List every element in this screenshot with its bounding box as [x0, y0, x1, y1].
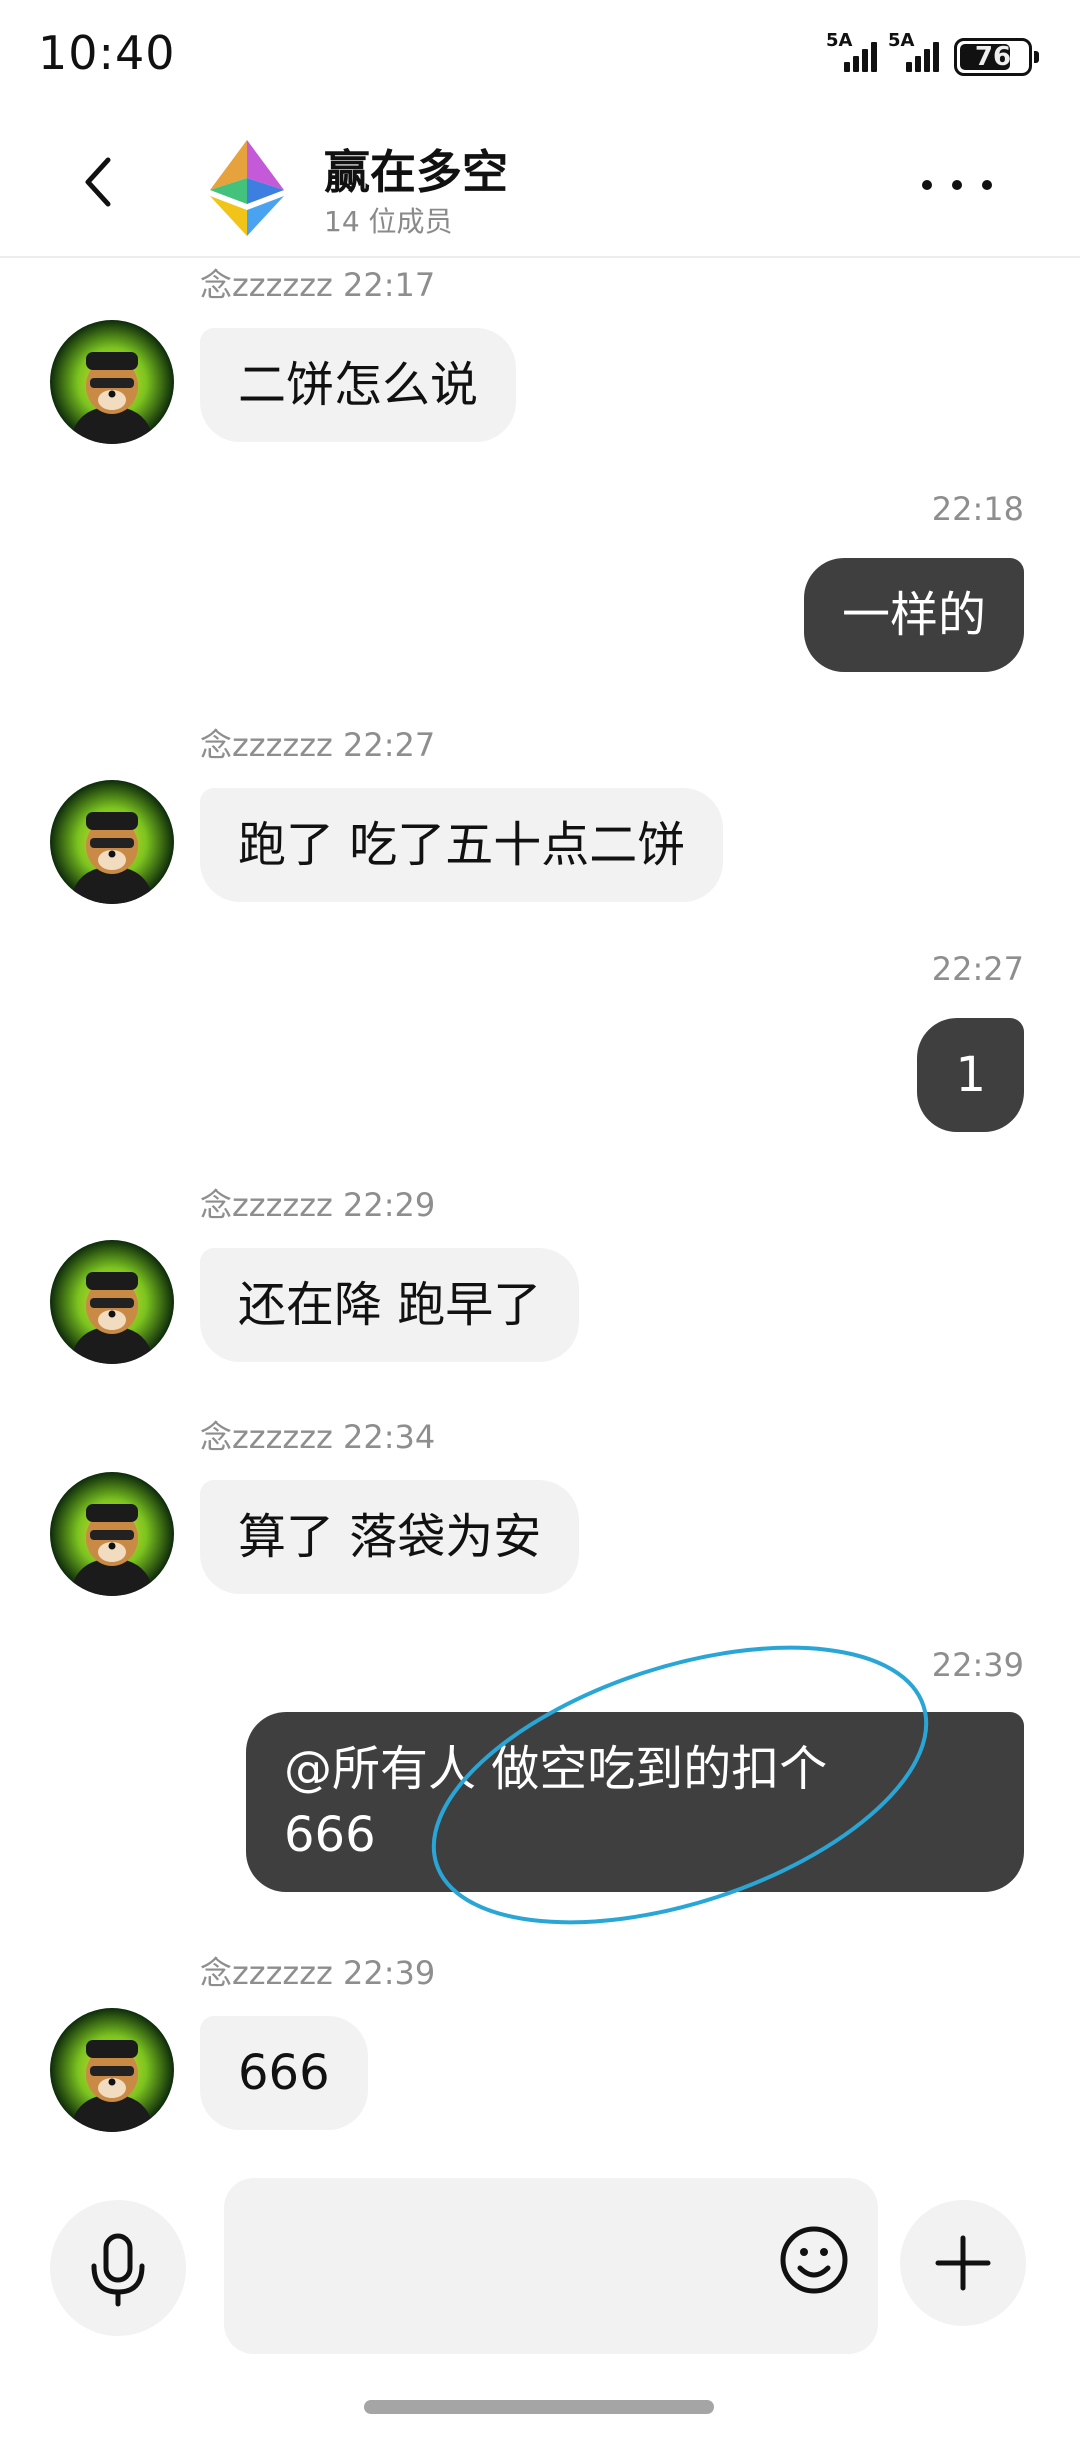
avatar[interactable] [50, 1472, 174, 1596]
sender-name: 念zzzzzz [200, 1186, 333, 1224]
message-meta: 念zzzzzz 22:29 [200, 1180, 435, 1226]
more-horizontal-icon[interactable] [918, 156, 998, 212]
sender-name: 念zzzzzz [200, 1954, 333, 1992]
message-time: 22:39 [342, 1954, 436, 1992]
signal-strength-icon: 5A [826, 32, 878, 76]
home-indicator[interactable] [364, 2400, 714, 2414]
message-bubble-incoming[interactable]: 算了 落袋为安 [200, 1480, 580, 1594]
signal-strength-icon: 5A [888, 32, 942, 76]
message-time: 22:27 [342, 726, 436, 764]
message-bubble-incoming[interactable]: 666 [200, 2016, 368, 2130]
message-time: 22:27 [931, 950, 1024, 988]
message-bubble-incoming[interactable]: 二饼怎么说 [200, 328, 517, 442]
avatar[interactable] [50, 320, 174, 444]
message-bubble-outgoing[interactable]: 1 [917, 1018, 1024, 1132]
chevron-left-icon[interactable] [72, 152, 132, 212]
message-time: 22:18 [931, 490, 1024, 528]
smiley-icon[interactable] [776, 2222, 852, 2298]
status-bar: 10:40 5A 5A 76 [0, 0, 1080, 110]
message-meta: 念zzzzzz 22:17 [200, 260, 435, 306]
message-meta: 念zzzzzz 22:39 [200, 1948, 435, 1994]
signal-label: 5A [888, 30, 915, 51]
signal-label: 5A [826, 30, 853, 51]
avatar[interactable] [50, 1240, 174, 1364]
sender-name: 念zzzzzz [200, 1418, 333, 1456]
input-bar [0, 2160, 1080, 2360]
chat-header: 赢在多空 14 位成员 [0, 110, 1080, 258]
battery-icon: 76 [954, 38, 1039, 76]
annotation-circle [410, 1620, 950, 1950]
message-time: 22:34 [342, 1418, 436, 1456]
message-time: 22:17 [342, 266, 436, 304]
group-avatar[interactable] [210, 140, 284, 236]
plus-icon[interactable] [900, 2200, 1026, 2326]
microphone-icon[interactable] [50, 2200, 186, 2336]
message-meta: 念zzzzzz 22:34 [200, 1412, 435, 1458]
sender-name: 念zzzzzz [200, 266, 333, 304]
message-bubble-incoming[interactable]: 跑了 吃了五十点二饼 [200, 788, 724, 902]
battery-level: 76 [974, 42, 1012, 72]
group-name: 赢在多空 [324, 145, 508, 199]
status-time: 10:40 [38, 26, 176, 80]
message-bubble-outgoing[interactable]: 一样的 [803, 558, 1024, 672]
sender-name: 念zzzzzz [200, 726, 333, 764]
message-meta: 念zzzzzz 22:27 [200, 720, 435, 766]
avatar[interactable] [50, 780, 174, 904]
avatar[interactable] [50, 2008, 174, 2132]
message-time: 22:29 [342, 1186, 436, 1224]
message-bubble-incoming[interactable]: 还在降 跑早了 [200, 1248, 580, 1362]
member-count: 14 位成员 [324, 205, 453, 238]
